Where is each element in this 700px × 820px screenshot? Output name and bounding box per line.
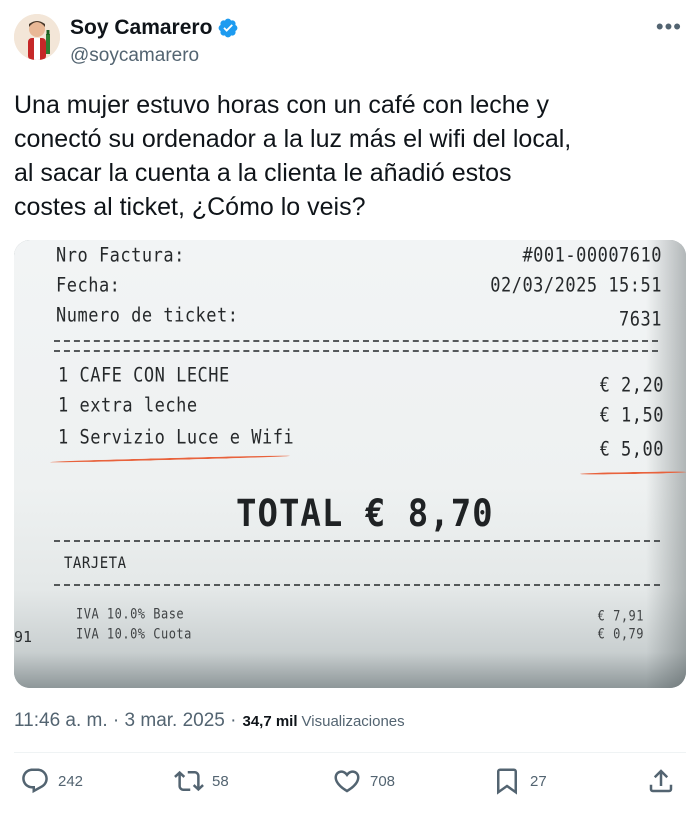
divider [14,752,686,753]
share-button[interactable] [646,766,676,796]
receipt-payment-method: TARJETA [64,554,127,573]
receipt-iva-cuota-label: IVA 10.0% Cuota [76,626,192,643]
retweet-button[interactable]: 58 [174,766,229,796]
views-count: 34,7 mil [242,713,298,730]
retweet-icon [174,770,204,792]
receipt-item-desc: 1 extra leche [58,394,198,417]
tweet-photo[interactable]: Nro Factura: #001-00007610 Fecha: 02/03/… [14,240,686,688]
verified-badge-icon [219,18,238,38]
tweet-text: Una mujer estuvo horas con un café con l… [14,91,572,221]
receipt-ticket-label: Numero de ticket: [56,304,239,327]
heart-icon [334,770,360,793]
receipt-item-price: € 1,50 [599,404,664,427]
receipt-divider [54,340,658,342]
author-handle[interactable]: @soycamarero [70,45,199,67]
more-options-icon[interactable]: ••• [656,16,682,38]
receipt-invoice-label: Nro Factura: [56,244,185,267]
receipt-date-value: 02/03/2025 15:51 [490,274,662,297]
receipt-iva-cuota-value: € 0,79 [597,626,644,643]
tweet-timestamp[interactable]: 11:46 a. m. · 3 mar. 2025 · [14,710,236,732]
author-name[interactable]: Soy Camarero [70,16,212,40]
retweet-count: 58 [212,772,229,790]
receipt-divider [54,584,660,586]
receipt-invoice-value: #001-00007610 [522,244,662,267]
like-count: 708 [370,772,396,790]
receipt-date-label: Fecha: [56,274,121,297]
receipt-divider [54,540,660,542]
receipt-ticket-value: 7631 [619,308,662,331]
receipt-edge-number: 91 [14,628,33,646]
bookmark-icon [497,768,517,795]
receipt-divider [54,350,658,352]
bookmark-count: 27 [530,772,547,790]
views-label: Visualizaciones [301,713,405,730]
tweet-meta: 11:46 a. m. · 3 mar. 2025 · 34,7 mil Vis… [14,710,405,732]
waiter-avatar-image [14,14,60,60]
avatar[interactable] [14,14,60,60]
receipt-iva-base-value: € 7,91 [597,608,644,625]
receipt-item-desc: 1 CAFE CON LECHE [58,364,230,387]
receipt-item-price: € 5,00 [599,438,664,461]
reply-button[interactable]: 242 [20,766,83,796]
bookmark-button[interactable]: 27 [492,766,547,796]
share-icon [649,769,673,793]
reply-count: 242 [58,772,84,790]
tweet-header: Soy Camarero @soycamarero ••• [14,14,686,74]
receipt-iva-base-label: IVA 10.0% Base [76,606,185,623]
receipt-item-price: € 2,20 [599,374,664,397]
receipt-item-desc: 1 Servizio Luce e Wifi [58,426,295,449]
like-button[interactable]: 708 [332,766,395,796]
receipt-total: TOTAL € 8,70 [236,492,494,536]
tweet-actions: 242 58 708 27 [14,762,686,808]
reply-icon [22,768,48,794]
